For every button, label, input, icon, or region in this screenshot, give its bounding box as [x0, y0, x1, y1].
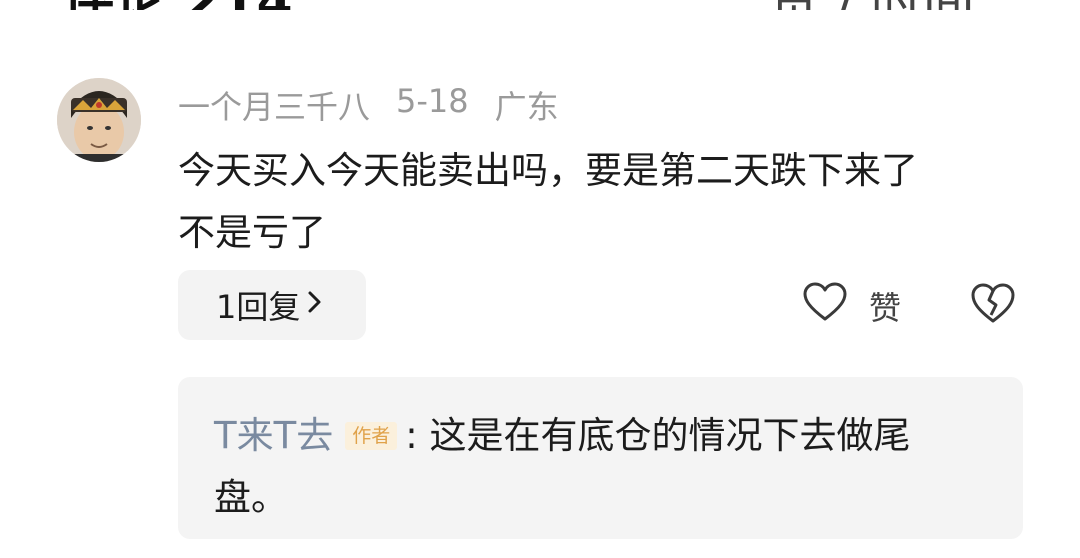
view-replies-button[interactable]: 1回复 [178, 270, 366, 340]
avatar[interactable] [57, 78, 141, 162]
comment-text-line: 不是亏了 [178, 211, 326, 254]
like-button[interactable]: 赞 [803, 282, 901, 330]
comment-text-line: 今天买入今天能卖出吗，要是第二天跌下来了 [178, 149, 918, 192]
like-label: 赞 [869, 289, 902, 327]
comment-meta: 一个月三千八 5-18 广东 [178, 82, 559, 126]
comments-sort-toggle[interactable]: 赞 / 时间 [768, 0, 1018, 10]
comment-body[interactable]: 今天买入今天能卖出吗，要是第二天跌下来了 不是亏了 [178, 140, 1038, 264]
comments-header-title: 评论 214 [62, 0, 362, 10]
reply-text-line: T来T去 作者: 这是在有底仓的情况下去做尾 [214, 405, 989, 467]
heart-outline-icon [803, 282, 847, 330]
author-badge: 作者 [345, 422, 398, 450]
reply-author[interactable]: T来T去 [214, 414, 333, 457]
reply-text: 这是在有底仓的情况下去做尾 [429, 414, 911, 457]
dislike-button[interactable] [970, 282, 1016, 328]
reply-count-label: 1回复 [216, 288, 301, 326]
reply-separator: : [405, 414, 418, 457]
reply-text-line: 盘。 [214, 476, 288, 519]
reply-preview[interactable]: T来T去 作者: 这是在有底仓的情况下去做尾 盘。 [178, 377, 1023, 539]
comment-location: 广东 [494, 88, 559, 126]
broken-heart-icon [970, 283, 1016, 328]
comment-date: 5-18 [396, 82, 469, 120]
comment-username[interactable]: 一个月三千八 [178, 82, 370, 126]
chevron-right-icon [306, 288, 324, 323]
